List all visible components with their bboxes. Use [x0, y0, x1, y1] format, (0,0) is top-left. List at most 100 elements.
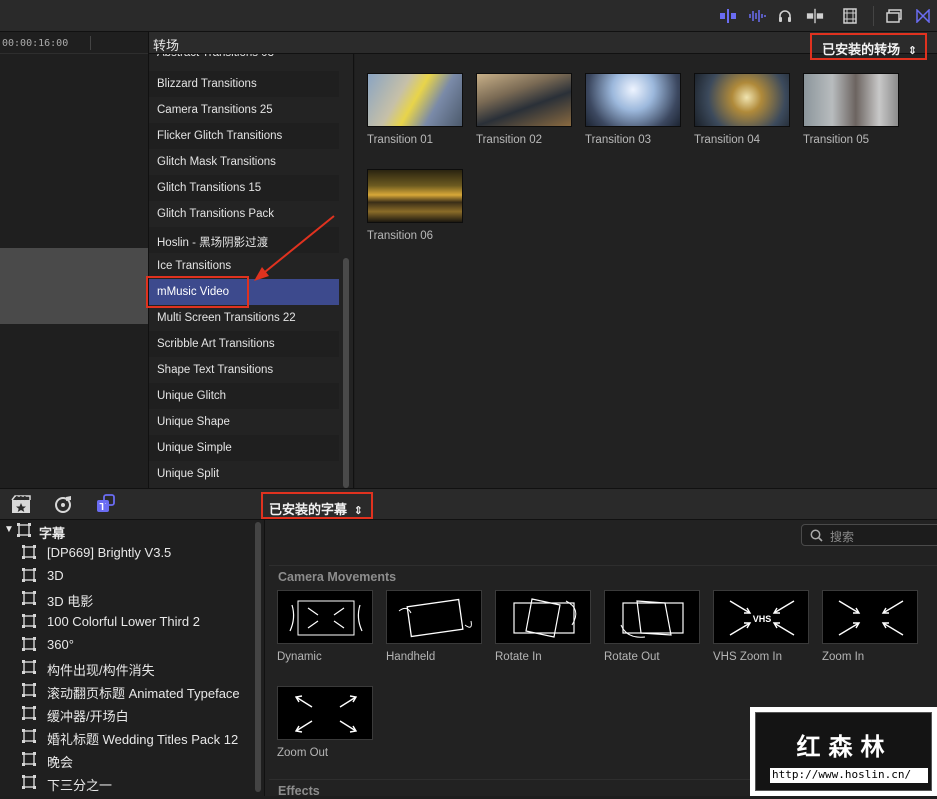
bottom-toolbar: T 已安装的字幕 ⇕: [0, 488, 937, 520]
tree-root[interactable]: ▼ 字幕: [0, 520, 255, 543]
tree-item[interactable]: 360°: [0, 633, 255, 656]
transition-thumbnail[interactable]: [367, 73, 463, 127]
toolbar-divider: [873, 6, 874, 26]
tree-item-label: 滚动翻页标题 Animated Typeface: [47, 686, 240, 701]
title-label: Rotate In: [495, 651, 542, 663]
tree-item-label: 3D 电影: [47, 594, 94, 609]
category-scrollbar[interactable]: [343, 258, 349, 488]
title-thumbnail[interactable]: [277, 686, 373, 740]
tree-item[interactable]: 晚会: [0, 748, 255, 771]
film-grid-icon: [22, 660, 36, 674]
transition-thumbnail[interactable]: [694, 73, 790, 127]
tree-root-label: 字幕: [39, 526, 66, 541]
film-grid-icon: [22, 545, 36, 559]
category-item[interactable]: Unique Glitch: [149, 383, 339, 409]
timeline-clip[interactable]: [0, 248, 148, 324]
search-field[interactable]: 搜索: [801, 524, 937, 546]
transition-label: Transition 01: [367, 134, 434, 146]
category-item[interactable]: Camera Transitions 25: [149, 97, 339, 123]
film-grid-icon: [17, 523, 31, 537]
transition-thumbnail[interactable]: [585, 73, 681, 127]
tree-item[interactable]: 缓冲器/开场白: [0, 702, 255, 725]
title-thumbnail[interactable]: [495, 590, 591, 644]
tree-item-label: 360°: [47, 637, 74, 652]
transition-label: Transition 02: [476, 134, 543, 146]
tree-item[interactable]: 婚礼标题 Wedding Titles Pack 12: [0, 725, 255, 748]
titles-icon[interactable]: T: [95, 494, 115, 514]
waveform-icon[interactable]: [748, 7, 766, 25]
tree-item[interactable]: 3D 电影: [0, 587, 255, 610]
tree-item[interactable]: 构件出现/构件消失: [0, 656, 255, 679]
installed-titles-dropdown[interactable]: 已安装的字幕 ⇕: [261, 492, 373, 519]
tree-item-label: 下三分之一: [47, 778, 113, 793]
installed-transitions-label: 已安装的转场: [822, 42, 901, 57]
search-placeholder: 搜索: [830, 530, 855, 544]
watermark-logo: 红森林 http://www.hoslin.cn/: [750, 707, 937, 796]
category-item[interactable]: Glitch Mask Transitions: [149, 149, 339, 175]
category-item[interactable]: Multi Screen Transitions 22: [149, 305, 339, 331]
tree-item[interactable]: 下三分之一: [0, 771, 255, 794]
category-item[interactable]: Blizzard Transitions: [149, 71, 339, 97]
photos-icon[interactable]: [11, 495, 31, 515]
tree-item-label: 婚礼标题 Wedding Titles Pack 12: [47, 732, 239, 747]
timeline-area: 00:00:16:00: [0, 32, 148, 488]
title-thumbnail[interactable]: [386, 590, 482, 644]
transition-label: Transition 04: [694, 134, 761, 146]
watermark-title: 红森林: [796, 732, 893, 761]
title-label: Zoom In: [822, 651, 865, 663]
category-item[interactable]: Unique Shape: [149, 409, 339, 435]
annotation-arrow: [254, 215, 335, 281]
clip-appearance-icon[interactable]: [841, 7, 859, 25]
category-item[interactable]: Shape Text Transitions: [149, 357, 339, 383]
tree-item[interactable]: 100 Colorful Lower Third 2: [0, 610, 255, 633]
section-header: Camera Movements: [269, 565, 937, 585]
music-icon[interactable]: [53, 495, 73, 515]
category-item[interactable]: Unique Simple: [149, 435, 339, 461]
title-thumbnail[interactable]: [604, 590, 700, 644]
tree-item-label: [DP669] Brightly V3.5: [47, 545, 172, 560]
titles-tree: ▼ 字幕 [DP669] Brightly V3.5 3D 3D 电影 100 Col…: [0, 520, 262, 796]
tree-item[interactable]: [DP669] Brightly V3.5: [0, 541, 255, 564]
updown-chevron-icon: ⇕: [907, 45, 917, 57]
tree-item[interactable]: 3D: [0, 564, 255, 587]
browser-toggle-icon[interactable]: [914, 7, 932, 25]
title-label: Dynamic: [277, 651, 322, 663]
panel-title: 转场: [149, 32, 355, 54]
window-layout-icon[interactable]: [885, 7, 903, 25]
updown-chevron-icon: ⇕: [353, 505, 363, 517]
tree-item-label: 3D: [47, 568, 64, 583]
snapping-icon[interactable]: [806, 7, 824, 25]
film-grid-icon: [22, 591, 36, 605]
category-item[interactable]: Glitch Transitions 15: [149, 175, 339, 201]
headphones-icon[interactable]: [776, 7, 794, 25]
vhs-text: VHS: [753, 614, 772, 624]
film-grid-icon: [22, 568, 36, 582]
transition-browser: 已安装的转场 ⇕ Transition 01 Transition 02 Trans…: [355, 32, 937, 488]
category-item[interactable]: Unique Split: [149, 461, 339, 487]
title-label: Handheld: [386, 651, 436, 663]
transition-thumbnail[interactable]: [367, 169, 463, 223]
installed-transitions-dropdown[interactable]: 已安装的转场 ⇕: [810, 33, 927, 60]
film-grid-icon: [22, 614, 36, 628]
tree-item[interactable]: 滚动翻页标题 Animated Typeface: [0, 679, 255, 702]
transition-label: Transition 03: [585, 134, 652, 146]
timecode: 00:00:16:00: [2, 38, 69, 49]
category-item[interactable]: Scribble Art Transitions: [149, 331, 339, 357]
transition-thumbnail[interactable]: [476, 73, 572, 127]
browser-header: 已安装的转场 ⇕: [355, 32, 937, 60]
tree-scrollbar[interactable]: [255, 522, 261, 792]
tree-item-label: 晚会: [47, 755, 74, 770]
film-grid-icon: [22, 637, 36, 651]
title-thumbnail[interactable]: VHS: [713, 590, 809, 644]
category-item[interactable]: Flicker Glitch Transitions: [149, 123, 339, 149]
title-label: Rotate Out: [604, 651, 660, 663]
tree-item-label: 构件出现/构件消失: [47, 663, 155, 678]
transition-thumbnail[interactable]: [803, 73, 899, 127]
ruler-tick: [90, 36, 91, 50]
disclosure-triangle-icon[interactable]: ▼: [4, 524, 14, 535]
film-grid-icon: [22, 775, 36, 789]
transition-label: Transition 06: [367, 230, 434, 242]
title-thumbnail[interactable]: [822, 590, 918, 644]
audio-skimming-icon[interactable]: [719, 7, 737, 25]
title-thumbnail[interactable]: [277, 590, 373, 644]
